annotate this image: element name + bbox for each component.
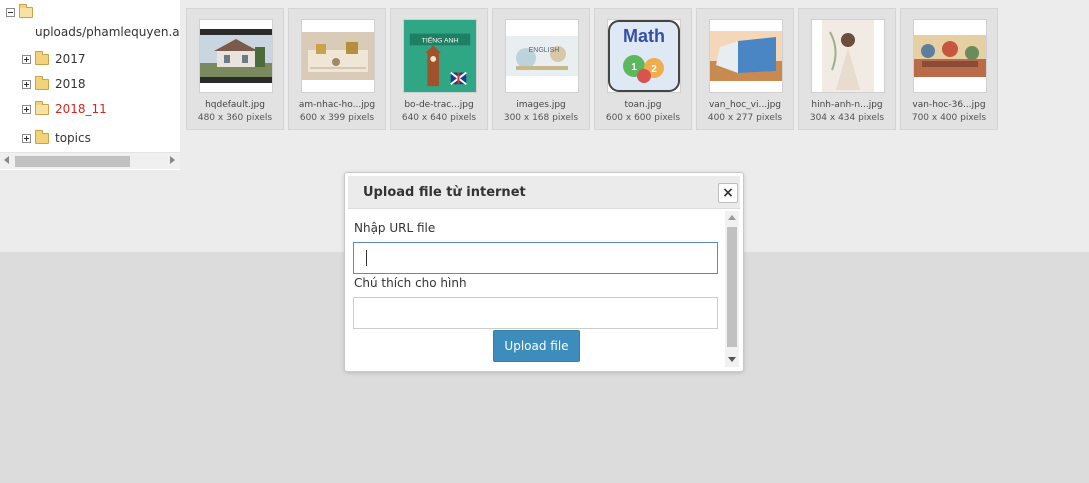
file-thumbnail[interactable]: hqdefault.jpg 480 x 360 pixels [186,8,284,130]
thumbnail-name: van_hoc_vi...jpg [708,100,782,110]
close-button[interactable]: × [718,183,738,203]
thumbnail-dims: 700 x 400 pixels [911,113,987,123]
url-input[interactable] [353,242,718,274]
scroll-down-icon[interactable] [728,357,736,362]
folder-tree-panel: uploads/phamlequyen.azte 2017 2018 2018_… [0,0,180,170]
scroll-right-icon[interactable] [170,156,175,164]
thumbnail-dims: 400 x 277 pixels [707,113,783,123]
tree-item-label: topics [55,131,91,145]
thumbnail-name: van-hoc-36...jpg [912,100,986,110]
tree-item-label: 2018_11 [55,102,107,116]
house-photo-icon [199,19,273,93]
tree-item-label: 2018 [55,77,86,91]
file-thumbnail[interactable]: Math 1 2 toan.jpg 600 x 600 pixels [594,8,692,130]
expand-icon[interactable] [22,133,31,143]
tree-root-row[interactable] [6,2,33,22]
thumbnail-dims: 640 x 640 pixels [401,113,477,123]
root-path-label: uploads/phamlequyen.azte [35,25,180,39]
dialog-title: Upload file từ internet [363,185,526,200]
horizontal-scrollbar[interactable] [0,152,180,169]
upload-file-button[interactable]: Upload file [493,330,580,362]
thumbnail-name: hinh-anh-n...jpg [811,100,883,110]
thumbnail-dims: 480 x 360 pixels [197,113,273,123]
caption-input[interactable] [353,297,718,329]
file-thumbnail[interactable]: hinh-anh-n...jpg 304 x 434 pixels [798,8,896,130]
thumbnail-name: bo-de-trac...jpg [404,100,474,110]
thumbnail-dims: 304 x 434 pixels [809,113,885,123]
thumbnail-dims: 600 x 600 pixels [605,113,681,123]
cover-text: Math [623,26,665,46]
tree-item-2017[interactable]: 2017 [22,49,86,69]
scrollbar-thumb[interactable] [727,227,737,347]
expand-icon[interactable] [22,54,31,64]
scroll-left-icon[interactable] [4,156,9,164]
folder-icon [35,129,49,144]
upload-dialog: Upload file từ internet × Nhập URL file … [344,172,744,372]
svg-text:2: 2 [651,64,657,75]
book-cover-icon: TIẾNG ANH [403,19,477,93]
thumbnail-dims: 600 x 399 pixels [299,113,375,123]
svg-text:1: 1 [631,62,637,73]
english-banner-icon: ENGLISH [505,19,579,93]
tree-item-topics[interactable]: topics [22,128,91,148]
scrollbar-thumb[interactable] [15,156,130,167]
tree-item-label: 2017 [55,52,86,66]
thumbnail-name: images.jpg [516,100,566,110]
thumbnail-name: hqdefault.jpg [205,100,265,110]
folder-open-icon [35,100,49,115]
expand-icon[interactable] [22,104,31,114]
scroll-up-icon[interactable] [728,215,736,220]
thumbnail-name: am-nhac-ho...jpg [298,100,376,110]
music-photo-icon [301,19,375,93]
thumbnail-dims: 300 x 168 pixels [503,113,579,123]
vertical-scrollbar[interactable] [725,211,739,367]
book-photo-icon [709,19,783,93]
tree-root-path[interactable]: uploads/phamlequyen.azte [35,22,180,42]
close-icon: × [722,185,734,201]
text-caret [366,250,367,266]
caption-field-label: Chú thích cho hình [354,276,467,290]
file-thumbnail[interactable]: van_hoc_vi...jpg 400 x 277 pixels [696,8,794,130]
tree-item-2018-11[interactable]: 2018_11 [22,99,107,119]
file-thumbnail[interactable]: am-nhac-ho...jpg 600 x 399 pixels [288,8,386,130]
folder-open-icon [19,3,33,18]
file-thumbnail[interactable]: ENGLISH images.jpg 300 x 168 pixels [492,8,590,130]
file-thumbnail[interactable]: TIẾNG ANH bo-de-trac...jpg 640 x 640 pix… [390,8,488,130]
file-thumbnail[interactable]: van-hoc-36...jpg 700 x 400 pixels [900,8,998,130]
tree-item-2018[interactable]: 2018 [22,74,86,94]
thumbnail-name: toan.jpg [624,100,662,110]
painting-photo-icon [913,19,987,93]
math-logo-icon: Math 1 2 [607,19,681,93]
expand-icon[interactable] [22,79,31,89]
folder-icon [35,75,49,90]
dialog-header[interactable]: Upload file từ internet × [348,176,740,209]
url-field-label: Nhập URL file [354,221,436,235]
cover-text: ENGLISH [529,47,560,54]
collapse-icon[interactable] [6,7,15,17]
folder-icon [35,50,49,65]
portrait-photo-icon [811,19,885,93]
